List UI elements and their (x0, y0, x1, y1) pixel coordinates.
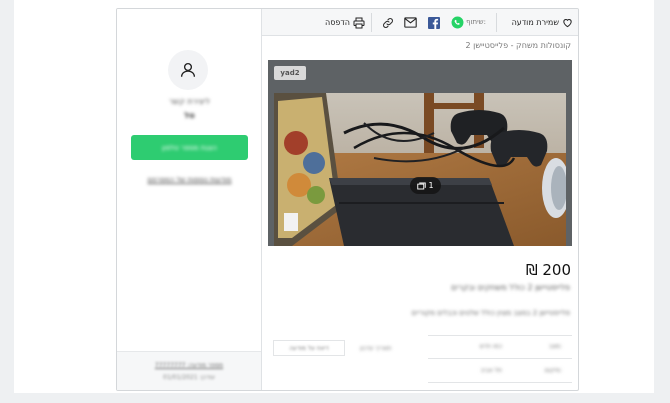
detail-label: מיקום: (544, 367, 562, 374)
details-divider (428, 382, 572, 383)
avatar (168, 50, 208, 90)
show-phone-button[interactable]: הצגת מספר טלפון (131, 135, 248, 160)
breadcrumb[interactable]: קונסולות משחק - פלייסטיישן 2 (466, 41, 572, 50)
playstation-photo-illustration (274, 93, 566, 246)
image-gallery[interactable]: yad2 1 (268, 60, 572, 246)
save-ad-label: שמירת מודעה (511, 18, 559, 27)
toolbar-divider (371, 13, 372, 32)
email-share-button[interactable] (404, 16, 417, 29)
details-divider (428, 358, 572, 359)
detail-value: תל אביב (480, 367, 502, 374)
page-background: ליצירת קשר טל הצגת מספר טלפון מודעות נוס… (14, 0, 654, 393)
seller-sidebar: ליצירת קשר טל הצגת מספר טלפון מודעות נוס… (117, 9, 262, 390)
share-label: שיתוף: (466, 18, 486, 26)
photo-count-badge[interactable]: 1 (410, 177, 441, 194)
show-phone-button-label: הצגת מספר טלפון (162, 143, 217, 152)
seller-name: טל (184, 111, 195, 120)
toolbar-divider (496, 13, 497, 32)
listing-description: פלייסטיישן 2 במצב מצוין כולל שלטים וכבלי… (411, 309, 570, 317)
print-button[interactable]: הדפסה (325, 9, 365, 36)
sidebar-footer: מספר מודעה: 77777777 עודכן: 01/01/2021 (117, 351, 261, 390)
listing-details: מצב: כמו חדש מיקום: תל אביב תאריך עדכון … (268, 335, 572, 383)
images-icon (417, 182, 427, 189)
printer-icon (353, 17, 365, 28)
site-logo: yad2 (274, 66, 306, 80)
seller-contact-title: ליצירת קשר (168, 97, 211, 106)
save-ad-button[interactable]: שמירת מודעה (512, 9, 573, 36)
facebook-share-button[interactable] (427, 16, 440, 29)
photo-count: 1 (428, 181, 434, 190)
update-date-label: תאריך עדכון (360, 345, 392, 352)
details-divider (428, 335, 572, 336)
user-icon (180, 62, 196, 77)
link-icon (382, 17, 393, 28)
report-ad-button[interactable]: דיווח על מודעה (273, 340, 345, 356)
copy-link-button[interactable] (381, 16, 394, 29)
facebook-icon (427, 16, 440, 29)
listing-subtitle: פלייסטיישן 2 כולל משחקים ובקרים (451, 283, 570, 292)
print-label: הדפסה (324, 18, 350, 27)
email-icon (404, 17, 417, 28)
listing-price: 200 ₪ (525, 261, 571, 279)
ad-updated-date: עודכן: 01/01/2021 (163, 374, 215, 381)
detail-label: מצב: (548, 343, 562, 350)
ad-number-link[interactable]: מספר מודעה: 77777777 (117, 362, 261, 369)
listing-photo[interactable]: 1 (274, 93, 566, 246)
listing-card: ליצירת קשר טל הצגת מספר טלפון מודעות נוס… (116, 8, 579, 391)
action-toolbar: שמירת מודעה שיתוף: הדפסה (262, 9, 578, 36)
detail-value: כמו חדש (479, 343, 502, 350)
heart-icon (563, 19, 572, 28)
more-ads-link[interactable]: מודעות נוספות של המפרסם (117, 176, 262, 184)
whatsapp-icon (451, 16, 464, 29)
report-ad-label: דיווח על מודעה (289, 344, 329, 352)
whatsapp-share-button[interactable] (451, 16, 464, 29)
